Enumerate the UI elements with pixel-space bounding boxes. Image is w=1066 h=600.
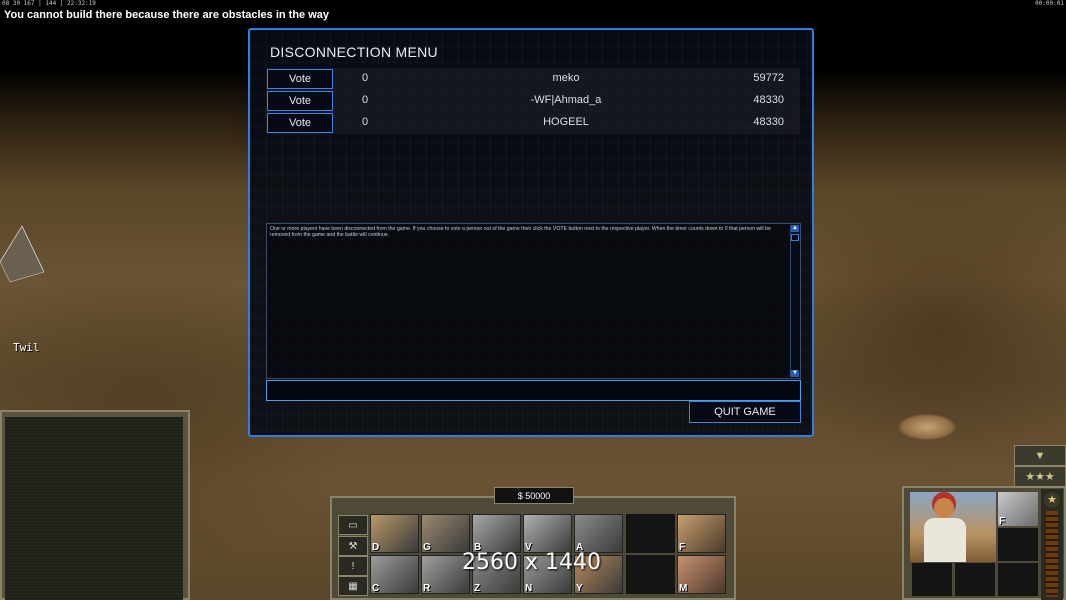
build-button[interactable]: C bbox=[370, 555, 419, 594]
player-name: -WF|Ahmad_a bbox=[530, 94, 602, 106]
player-row: Vote 0 meko 59772 bbox=[266, 69, 800, 89]
info-textbox: One or more players have been disconnect… bbox=[266, 223, 801, 379]
build-button[interactable]: V bbox=[523, 514, 572, 553]
hotkey-label: Z bbox=[474, 583, 481, 594]
dialog-title: DISCONNECTION MENU bbox=[270, 44, 438, 60]
player-ping: 48330 bbox=[753, 94, 784, 106]
build-button[interactable]: G bbox=[421, 514, 470, 553]
top-status-bar: 08 30 167 | 144 | 22:32:19 00:00:01 bbox=[0, 0, 1066, 8]
vote-count: 0 bbox=[362, 72, 369, 84]
stats-readout: 08 30 167 | 144 | 22:32:19 bbox=[2, 0, 96, 7]
vote-button[interactable]: Vote bbox=[267, 113, 333, 133]
hotkey-label: G bbox=[423, 542, 431, 553]
scrollbar[interactable]: ▲ ▼ bbox=[790, 225, 799, 377]
radar-screen[interactable] bbox=[5, 417, 183, 600]
disconnection-dialog: DISCONNECTION MENU Vote 0 meko 59772 Vot… bbox=[248, 28, 814, 437]
vote-button[interactable]: Vote bbox=[267, 91, 333, 111]
hotkey-label: F bbox=[999, 516, 1006, 527]
empty-slot bbox=[626, 514, 675, 553]
player-name: HOGEEL bbox=[543, 116, 589, 128]
player-list: Vote 0 meko 59772 Vote 0 -WF|Ahmad_a 483… bbox=[266, 68, 800, 134]
repair-button[interactable]: ⚒ bbox=[338, 536, 368, 556]
player-ping: 48330 bbox=[753, 116, 784, 128]
system-message: You cannot build there because there are… bbox=[4, 9, 329, 21]
hotkey-label: M bbox=[679, 583, 688, 594]
unit-slot bbox=[912, 563, 952, 596]
scroll-down-icon[interactable]: ▼ bbox=[791, 370, 799, 377]
player-label: Twil bbox=[13, 341, 40, 354]
player-name: meko bbox=[552, 72, 580, 84]
hotkey-label: Y bbox=[576, 583, 583, 594]
diplomacy-button[interactable]: ▦ bbox=[338, 576, 368, 596]
build-button[interactable]: B bbox=[472, 514, 521, 553]
hotkey-label: C bbox=[372, 583, 380, 594]
map-button[interactable]: M bbox=[677, 555, 726, 594]
money-display: $ 50000 bbox=[494, 487, 574, 504]
unit-portrait[interactable] bbox=[910, 492, 996, 562]
player-ping: 59772 bbox=[753, 72, 784, 84]
radar-panel bbox=[0, 410, 190, 600]
scroll-thumb[interactable] bbox=[791, 234, 799, 241]
hotkey-label: N bbox=[525, 583, 533, 594]
unit-slot bbox=[955, 563, 995, 596]
rock-debris bbox=[898, 414, 956, 440]
info-text: One or more players have been disconnect… bbox=[270, 226, 771, 238]
empty-slot bbox=[626, 555, 675, 594]
scroll-up-icon[interactable]: ▲ bbox=[791, 225, 799, 232]
options-button[interactable]: ▭ bbox=[338, 515, 368, 535]
hotkey-label: F bbox=[679, 542, 686, 553]
chat-input[interactable] bbox=[266, 380, 801, 401]
quit-game-button[interactable]: QUIT GAME bbox=[689, 401, 801, 423]
unit-slot bbox=[998, 528, 1038, 561]
build-button[interactable]: A bbox=[574, 514, 623, 553]
unit-ability-button[interactable]: F bbox=[998, 492, 1038, 527]
hotkey-label: D bbox=[372, 542, 380, 553]
game-timer: 00:00:01 bbox=[1035, 0, 1064, 7]
general-stars-button[interactable]: ★★★ bbox=[1014, 466, 1066, 487]
vote-button[interactable]: Vote bbox=[267, 69, 333, 89]
rank-star-icon[interactable]: ★ bbox=[1044, 492, 1060, 508]
rank-meter bbox=[1046, 511, 1058, 597]
player-row: Vote 0 -WF|Ahmad_a 48330 bbox=[266, 91, 800, 111]
unit-slot bbox=[998, 563, 1038, 596]
tent-structure[interactable] bbox=[0, 222, 44, 282]
vote-count: 0 bbox=[362, 94, 369, 106]
collapse-arrow-button[interactable]: ▼ bbox=[1014, 445, 1066, 466]
hotkey-label: R bbox=[423, 583, 431, 594]
unit-head bbox=[934, 498, 954, 518]
rank-bar: ★ bbox=[1041, 489, 1063, 600]
player-row: Vote 0 HOGEEL 48330 bbox=[266, 113, 800, 133]
resolution-watermark: 2560 x 1440 bbox=[462, 550, 601, 575]
alert-button[interactable]: ! bbox=[338, 556, 368, 576]
build-button[interactable]: D bbox=[370, 514, 419, 553]
special-power-button[interactable]: F bbox=[677, 514, 726, 553]
unit-body bbox=[924, 518, 966, 562]
vote-count: 0 bbox=[362, 116, 369, 128]
